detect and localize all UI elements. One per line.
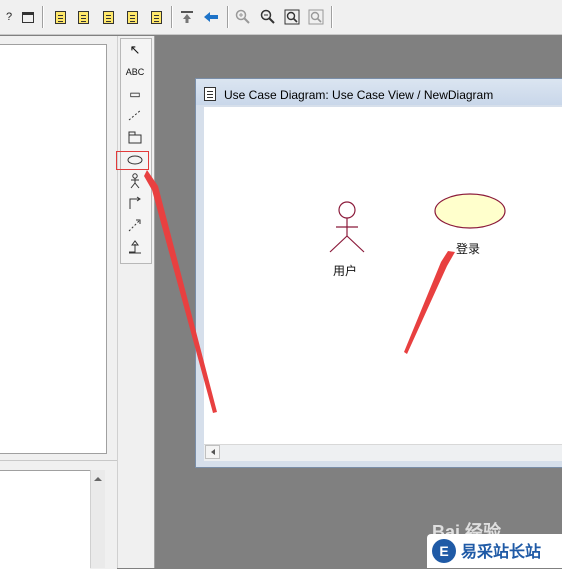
text-box-icon: ABC [125, 67, 145, 77]
actor-right-leg [346, 235, 365, 253]
note-tool[interactable]: ▭ [124, 85, 146, 103]
actor-left-leg [329, 235, 348, 253]
horizontal-scrollbar[interactable] [204, 444, 562, 461]
toolbar-separator [171, 6, 172, 28]
undo-fit-button[interactable] [307, 8, 325, 26]
toolbar-separator [331, 6, 332, 28]
association-tool[interactable] [124, 194, 146, 212]
parent-diagram-icon [181, 11, 193, 23]
generalization-tool[interactable] [124, 238, 146, 256]
note-icon: ▭ [129, 87, 141, 101]
window-button[interactable] [19, 8, 37, 26]
browse-class-button[interactable] [51, 8, 69, 26]
state-diagram-icon [150, 10, 162, 24]
scroll-left-icon [210, 449, 215, 455]
dependency-tool[interactable] [124, 216, 146, 234]
browse-interaction-button[interactable] [74, 8, 92, 26]
component-diagram-icon [102, 10, 114, 24]
text-tool[interactable]: ABC [124, 63, 146, 81]
usecase-tool-highlight [116, 151, 149, 170]
undo-fit-icon [308, 9, 324, 25]
window-icon [22, 11, 34, 23]
class-diagram-icon [54, 10, 66, 24]
back-arrow-icon [204, 12, 218, 22]
zoom-out-icon [260, 9, 275, 24]
dependency-arrow-icon [128, 219, 141, 232]
help-cursor-button[interactable]: ? [0, 8, 18, 26]
actor-tool[interactable] [124, 172, 146, 190]
browse-parent-button[interactable] [178, 8, 196, 26]
browse-state-button[interactable] [147, 8, 165, 26]
deployment-diagram-icon [126, 10, 138, 24]
browse-deployment-button[interactable] [123, 8, 141, 26]
select-arrow-icon: ↖ [129, 42, 141, 57]
window-title: Use Case Diagram: Use Case View / NewDia… [224, 88, 494, 102]
fit-in-window-button[interactable] [283, 8, 301, 26]
zoom-in-icon [235, 9, 250, 24]
anchor-tool[interactable] [124, 106, 146, 124]
diagram-canvas[interactable] [204, 107, 562, 444]
toolbar-separator [227, 6, 228, 28]
package-tool[interactable] [124, 128, 146, 146]
browse-component-button[interactable] [99, 8, 117, 26]
usecase-label: 登录 [456, 242, 481, 256]
select-tool[interactable]: ↖ [124, 41, 146, 59]
actor-head [338, 201, 356, 219]
brand-mark: E [432, 539, 456, 563]
toolbar-separator [42, 6, 43, 28]
zoom-out-button[interactable] [259, 8, 277, 26]
documentation-field[interactable] [0, 470, 90, 569]
anchor-line-icon [128, 109, 142, 121]
zoom-in-button[interactable] [234, 8, 252, 26]
generalization-icon [129, 240, 141, 254]
actor-label: 用户 [333, 264, 358, 278]
scroll-up-icon [94, 477, 102, 481]
usecase-shape[interactable] [433, 192, 509, 232]
scroll-left-button[interactable] [205, 445, 220, 459]
usecase-ellipse [434, 193, 506, 229]
help-cursor-glyph: ? [5, 11, 13, 23]
toolbar: ? [0, 0, 562, 35]
actor-icon [130, 173, 140, 189]
brand-text: 易采站长站 [461, 544, 542, 561]
interaction-diagram-icon [77, 10, 89, 24]
browser-tree[interactable] [0, 44, 107, 454]
documentation-scrollbar[interactable] [90, 470, 105, 568]
actor-shape[interactable] [326, 200, 370, 256]
browse-previous-button[interactable] [202, 8, 220, 26]
association-icon [129, 196, 141, 209]
fit-window-icon [284, 9, 300, 25]
package-icon [128, 131, 142, 144]
diagram-document-icon [204, 87, 216, 101]
